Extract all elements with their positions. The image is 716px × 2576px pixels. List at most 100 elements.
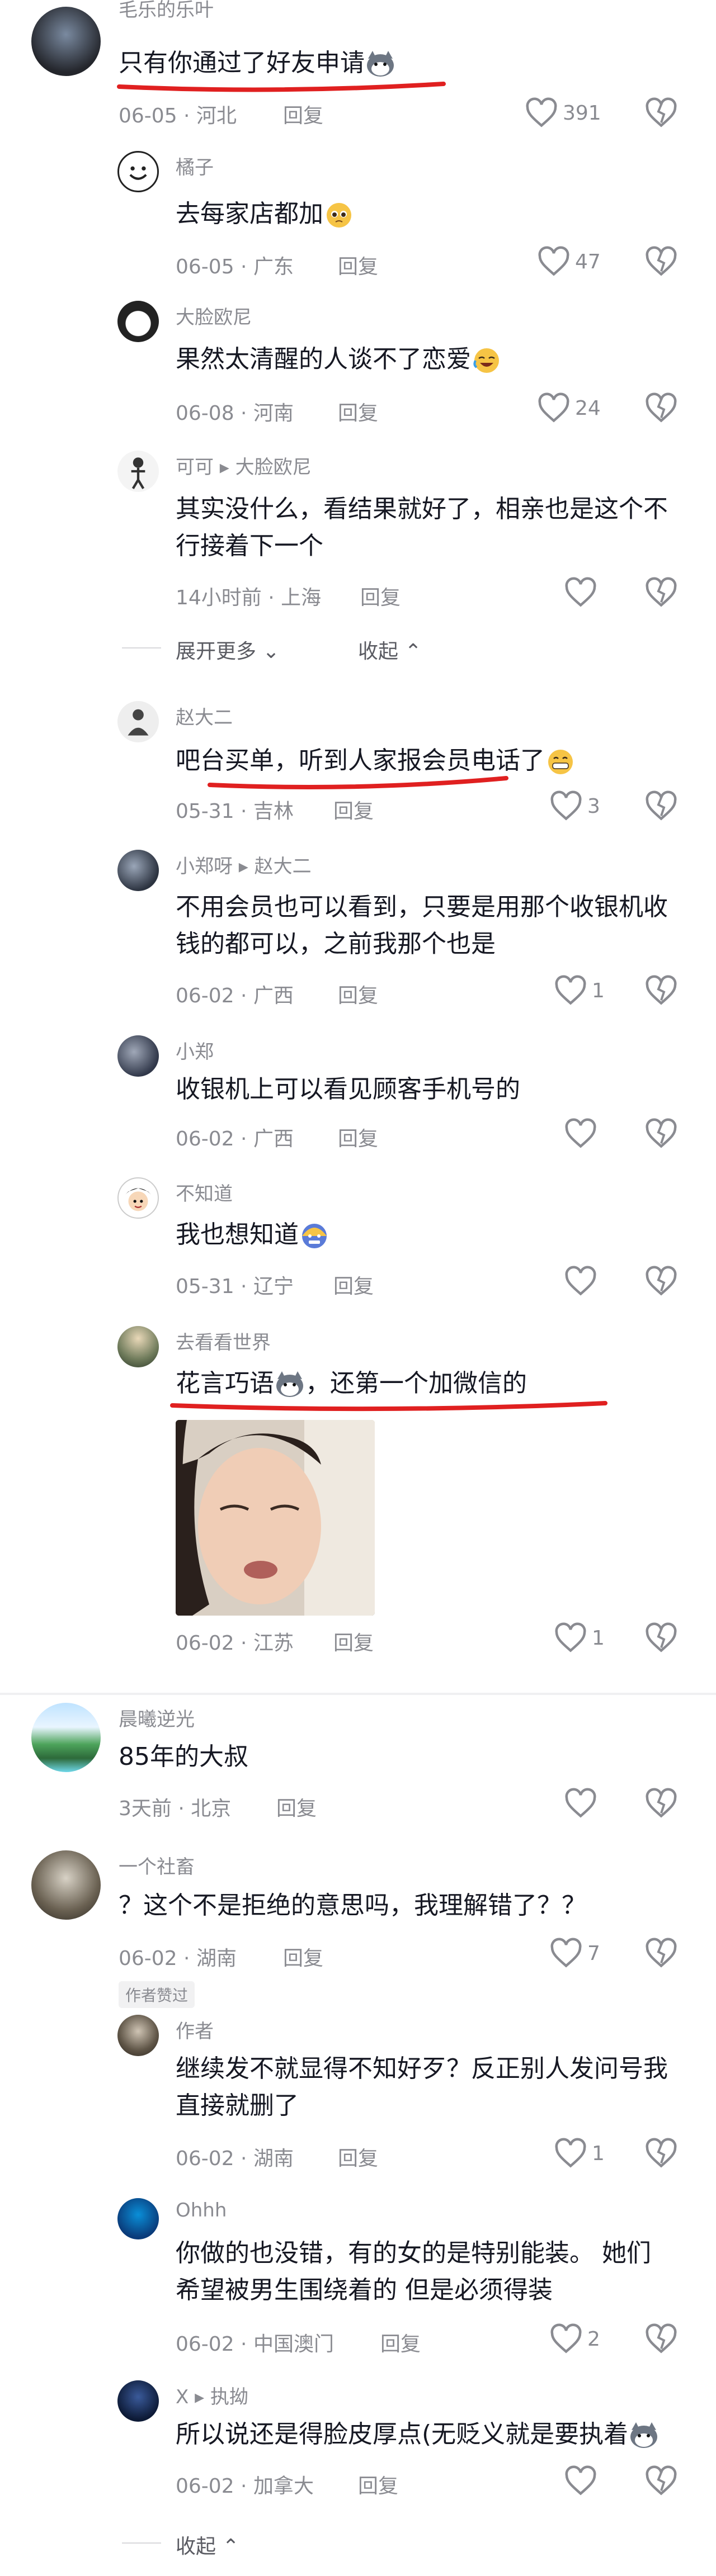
comment-username[interactable]: 一个社畜 (119, 1852, 195, 1879)
reply-button[interactable]: 回复 (333, 1270, 374, 1299)
like-button[interactable]: 3 (549, 789, 600, 823)
reply-button[interactable]: 回复 (360, 581, 401, 610)
comment-text: 去每家店都加 (176, 196, 355, 233)
like-button[interactable]: 47 (537, 245, 601, 278)
comment-username[interactable]: 橘子 (176, 152, 214, 179)
heart-icon (550, 1938, 582, 1968)
reply-button[interactable]: 回复 (358, 2470, 398, 2499)
attached-photo[interactable] (176, 1420, 375, 1616)
dislike-icon[interactable] (644, 1117, 678, 1150)
avatar[interactable] (117, 2380, 159, 2422)
chevron-up-icon: ⌃ (404, 640, 422, 663)
comment-text: 所以说还是得脸皮厚点(无贬义就是要执着 (176, 2416, 660, 2453)
comment-username[interactable]: X ▸ 执拗 (176, 2381, 248, 2409)
reply-button[interactable]: 回复 (333, 795, 374, 824)
like-button[interactable] (564, 576, 597, 609)
comment-username[interactable]: 晨曦逆光 (119, 1704, 195, 1731)
thread-divider-line (122, 2542, 161, 2544)
reply-button[interactable]: 回复 (338, 397, 378, 426)
like-button[interactable] (564, 1117, 597, 1150)
dislike-icon[interactable] (644, 96, 678, 130)
heart-icon (555, 2138, 586, 2168)
comment-username[interactable]: 毛乐的乐叶 (119, 0, 214, 22)
comment-username[interactable]: 不知道 (176, 1178, 233, 1206)
dislike-icon[interactable] (644, 2464, 678, 2498)
avatar[interactable] (117, 301, 159, 342)
comment-username[interactable]: Ohhh (176, 2199, 227, 2222)
heart-icon (550, 2323, 582, 2354)
comment-meta: 06-02 · 中国澳门 (176, 2333, 334, 2356)
avatar[interactable] (117, 2198, 159, 2239)
comment-meta: 06-05 · 广东 (176, 255, 294, 278)
dislike-icon[interactable] (644, 245, 678, 278)
expand-more-button[interactable]: 展开更多 ⌄ (176, 635, 280, 664)
heart-icon (555, 975, 586, 1005)
author-liked-badge: 作者赞过 (119, 1981, 195, 2008)
dislike-icon[interactable] (644, 1787, 678, 1820)
avatar[interactable] (31, 7, 101, 76)
like-button[interactable]: 1 (554, 1621, 605, 1655)
dislike-icon[interactable] (644, 391, 678, 425)
comment-username[interactable]: 大脸欧尼 (176, 302, 252, 329)
avatar[interactable] (117, 1035, 159, 1077)
comment-text: 花言巧语 ，还第一个加微信的 (176, 1365, 527, 1402)
comment-meta: 06-02 · 湖南 (119, 1947, 237, 1970)
comment-username[interactable]: 作者 (176, 2016, 214, 2043)
like-button[interactable] (564, 2464, 597, 2498)
like-button[interactable]: 24 (537, 391, 601, 425)
dislike-icon[interactable] (644, 1936, 678, 1970)
like-button[interactable]: 391 (525, 96, 601, 130)
comment-username[interactable]: 小郑 (176, 1036, 214, 1064)
dislike-icon[interactable] (644, 789, 678, 823)
comment-meta: 05-31 · 辽宁 (176, 1275, 294, 1298)
comment-meta: 14小时前 · 上海 (176, 586, 322, 609)
dislike-icon[interactable] (644, 1265, 678, 1298)
pleading-emoji-icon (323, 201, 355, 230)
reply-button[interactable]: 回复 (283, 1942, 323, 1971)
crying-laugh-emoji-icon (471, 346, 502, 375)
reply-button[interactable]: 回复 (338, 250, 378, 280)
reply-button[interactable]: 回复 (338, 1123, 378, 1152)
like-button[interactable]: 2 (549, 2322, 600, 2356)
reply-button[interactable]: 回复 (276, 1792, 317, 1821)
comment-meta: 3天前 · 北京 (119, 1797, 232, 1820)
like-button[interactable] (564, 1265, 597, 1298)
comment-text: ？这个不是拒绝的意思吗，我理解错了？？ (119, 1891, 586, 1920)
section-divider (0, 1693, 716, 1695)
avatar[interactable] (117, 451, 159, 492)
avatar[interactable] (31, 1850, 101, 1920)
dislike-icon[interactable] (644, 2137, 678, 2170)
dislike-icon[interactable] (644, 576, 678, 609)
dislike-icon[interactable] (644, 974, 678, 1007)
reply-button[interactable]: 回复 (380, 2328, 421, 2357)
cold-face-emoji-icon (299, 1221, 330, 1251)
like-button[interactable]: 7 (549, 1936, 600, 1970)
comment-username[interactable]: 可可 ▸ 大脸欧尼 (176, 452, 312, 479)
comment-username[interactable]: 赵大二 (176, 702, 233, 730)
avatar[interactable] (31, 1703, 101, 1772)
like-button[interactable]: 1 (554, 2137, 605, 2170)
reply-button[interactable]: 回复 (338, 2142, 378, 2171)
avatar[interactable] (117, 1326, 159, 1367)
comment-meta: 06-02 · 湖南 (176, 2147, 294, 2170)
collapse-button[interactable]: 收起 ⌃ (358, 635, 422, 664)
avatar[interactable] (117, 2015, 159, 2056)
reply-button[interactable]: 回复 (333, 1627, 374, 1656)
comment-username[interactable]: 小郑呀 ▸ 赵大二 (176, 851, 312, 878)
heart-icon (526, 97, 557, 127)
avatar[interactable] (117, 850, 159, 891)
dislike-icon[interactable] (644, 1621, 678, 1655)
reply-button[interactable]: 回复 (283, 100, 323, 129)
comment-meta: 06-02 · 加拿大 (176, 2475, 314, 2498)
dislike-icon[interactable] (644, 2322, 678, 2356)
avatar[interactable] (117, 701, 159, 742)
collapse-button[interactable]: 收起 ⌃ (176, 2530, 239, 2559)
avatar[interactable] (117, 151, 159, 192)
reply-button[interactable]: 回复 (338, 979, 378, 1008)
like-button[interactable]: 1 (554, 974, 605, 1007)
comment-username[interactable]: 去看看世界 (176, 1327, 271, 1355)
comment-text: 只有你通过了好友申请 (119, 45, 396, 82)
comment-text: 其实没什么，看结果就好了，相亲也是这个不 行接着下一个 (176, 495, 668, 560)
avatar[interactable] (117, 1177, 159, 1219)
like-button[interactable] (564, 1787, 597, 1820)
